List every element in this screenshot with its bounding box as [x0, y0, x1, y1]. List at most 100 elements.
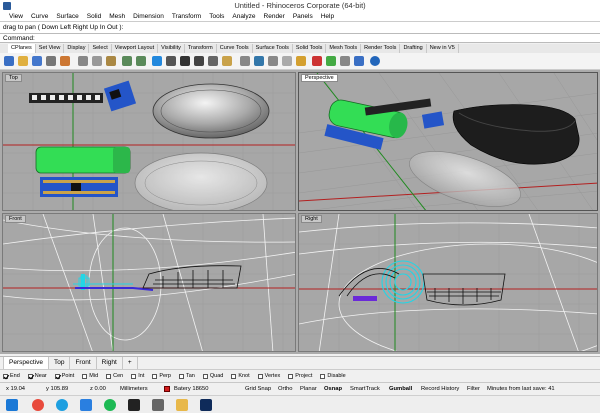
osnap-int[interactable]: Int [131, 373, 144, 379]
osnap-cen[interactable]: Cen [106, 373, 123, 379]
menu-solid[interactable]: Solid [83, 12, 105, 21]
add-viewport-tab-button[interactable]: + [123, 357, 138, 369]
new-file-icon[interactable] [4, 56, 14, 66]
tab-new-in-v5[interactable]: New in V5 [427, 44, 459, 53]
checkbox-icon[interactable] [131, 373, 137, 379]
shaded-icon[interactable] [282, 56, 292, 66]
copy-icon[interactable] [92, 56, 102, 66]
redo-icon[interactable] [136, 56, 146, 66]
units-label[interactable]: Millimeters [120, 386, 148, 392]
menu-curve[interactable]: Curve [27, 12, 52, 21]
open-file-icon[interactable] [18, 56, 28, 66]
tab-mesh-tools[interactable]: Mesh Tools [326, 44, 362, 53]
tab-set-view[interactable]: Set View [36, 44, 65, 53]
menu-dimension[interactable]: Dimension [129, 12, 168, 21]
tab-display[interactable]: Display [64, 44, 90, 53]
osnap-toggle[interactable]: Osnap [324, 386, 342, 392]
checkbox-icon[interactable] [54, 373, 60, 379]
checkbox-icon[interactable] [320, 373, 326, 379]
osnap-project[interactable]: Project [288, 373, 312, 379]
save-icon[interactable] [32, 56, 42, 66]
rotate-view-icon[interactable] [166, 56, 176, 66]
tab-select[interactable]: Select [89, 44, 112, 53]
chrome-icon[interactable] [32, 399, 44, 411]
tab-drafting[interactable]: Drafting [400, 44, 427, 53]
command-line[interactable]: Command: [0, 33, 600, 43]
menu-render[interactable]: Render [260, 12, 289, 21]
vtab-top[interactable]: Top [49, 357, 71, 369]
viewport-perspective[interactable]: Perspective [298, 72, 598, 211]
checkbox-icon[interactable] [82, 373, 88, 379]
menu-transform[interactable]: Transform [168, 12, 205, 21]
checkbox-icon[interactable] [27, 373, 33, 379]
checkbox-icon[interactable] [178, 373, 184, 379]
tab-cplanes[interactable]: CPlanes [8, 44, 36, 53]
menu-mesh[interactable]: Mesh [105, 12, 129, 21]
vtab-front[interactable]: Front [70, 357, 97, 369]
layer-icon[interactable] [326, 56, 336, 66]
rhino-icon[interactable] [152, 399, 164, 411]
menu-view[interactable]: View [5, 12, 27, 21]
osnap-vertex[interactable]: Vertex [257, 373, 280, 379]
app-icon[interactable] [128, 399, 140, 411]
start-icon[interactable] [6, 399, 18, 411]
osnap-disable[interactable]: Disable [320, 373, 346, 379]
vtab-right[interactable]: Right [97, 357, 123, 369]
menu-surface[interactable]: Surface [52, 12, 82, 21]
viewport-perspective-label[interactable]: Perspective [301, 74, 338, 82]
undo-icon[interactable] [122, 56, 132, 66]
zoom-extents-icon[interactable] [208, 56, 218, 66]
tab-curve-tools[interactable]: Curve Tools [217, 44, 253, 53]
osnap-quad[interactable]: Quad [202, 373, 223, 379]
smarttrack-toggle[interactable]: SmartTrack [350, 386, 380, 392]
checkbox-icon[interactable] [288, 373, 294, 379]
viewport-front-label[interactable]: Front [5, 215, 26, 223]
osnap-tan[interactable]: Tan [178, 373, 195, 379]
zoom-selected-icon[interactable] [222, 56, 232, 66]
menu-analyze[interactable]: Analyze [228, 12, 259, 21]
vtab-perspective[interactable]: Perspective [3, 357, 49, 369]
checkbox-icon[interactable] [231, 373, 237, 379]
options-icon[interactable] [354, 56, 364, 66]
osnap-mid[interactable]: Mid [82, 373, 98, 379]
osnap-end[interactable]: End [3, 373, 20, 379]
print-icon[interactable] [46, 56, 56, 66]
record-history-toggle[interactable]: Record History [421, 386, 459, 392]
photoshop-icon[interactable] [200, 399, 212, 411]
menu-tools[interactable]: Tools [205, 12, 228, 21]
gumball-toggle[interactable]: Gumball [389, 386, 412, 392]
menu-help[interactable]: Help [317, 12, 338, 21]
viewport-right-label[interactable]: Right [301, 215, 322, 223]
tab-viewport-layout[interactable]: Viewport Layout [112, 44, 159, 53]
grid-snap-toggle[interactable]: Grid Snap [245, 386, 271, 392]
help-icon[interactable] [370, 56, 380, 66]
tab-transform[interactable]: Transform [185, 44, 217, 53]
wireframe-icon[interactable] [268, 56, 278, 66]
osnap-near[interactable]: Near [27, 373, 47, 379]
filter-toggle[interactable]: Filter [467, 386, 480, 392]
command-prompt[interactable]: Command: [3, 35, 35, 42]
checkbox-icon[interactable] [3, 373, 8, 379]
pan-icon[interactable] [152, 56, 162, 66]
checkbox-icon[interactable] [152, 373, 158, 379]
cut-icon[interactable] [78, 56, 88, 66]
ortho-toggle[interactable]: Ortho [278, 386, 293, 392]
planar-toggle[interactable]: Planar [300, 386, 317, 392]
menu-panels[interactable]: Panels [289, 12, 317, 21]
four-viewports-icon[interactable] [240, 56, 250, 66]
rendered-icon[interactable] [296, 56, 306, 66]
viewport-top[interactable]: Top [2, 72, 296, 211]
layer-color-swatch[interactable] [164, 386, 170, 392]
cplane-icon[interactable] [254, 56, 264, 66]
zoom-window-icon[interactable] [194, 56, 204, 66]
spotify-icon[interactable] [104, 399, 116, 411]
viewport-right[interactable]: Right [298, 213, 598, 352]
explorer-icon[interactable] [176, 399, 188, 411]
tab-visibility[interactable]: Visibility [158, 44, 185, 53]
checkbox-icon[interactable] [202, 373, 208, 379]
select-all-icon[interactable] [312, 56, 322, 66]
zoom-icon[interactable] [180, 56, 190, 66]
tab-surface-tools[interactable]: Surface Tools [253, 44, 293, 53]
import-icon[interactable] [60, 56, 70, 66]
skype-icon[interactable] [56, 399, 68, 411]
